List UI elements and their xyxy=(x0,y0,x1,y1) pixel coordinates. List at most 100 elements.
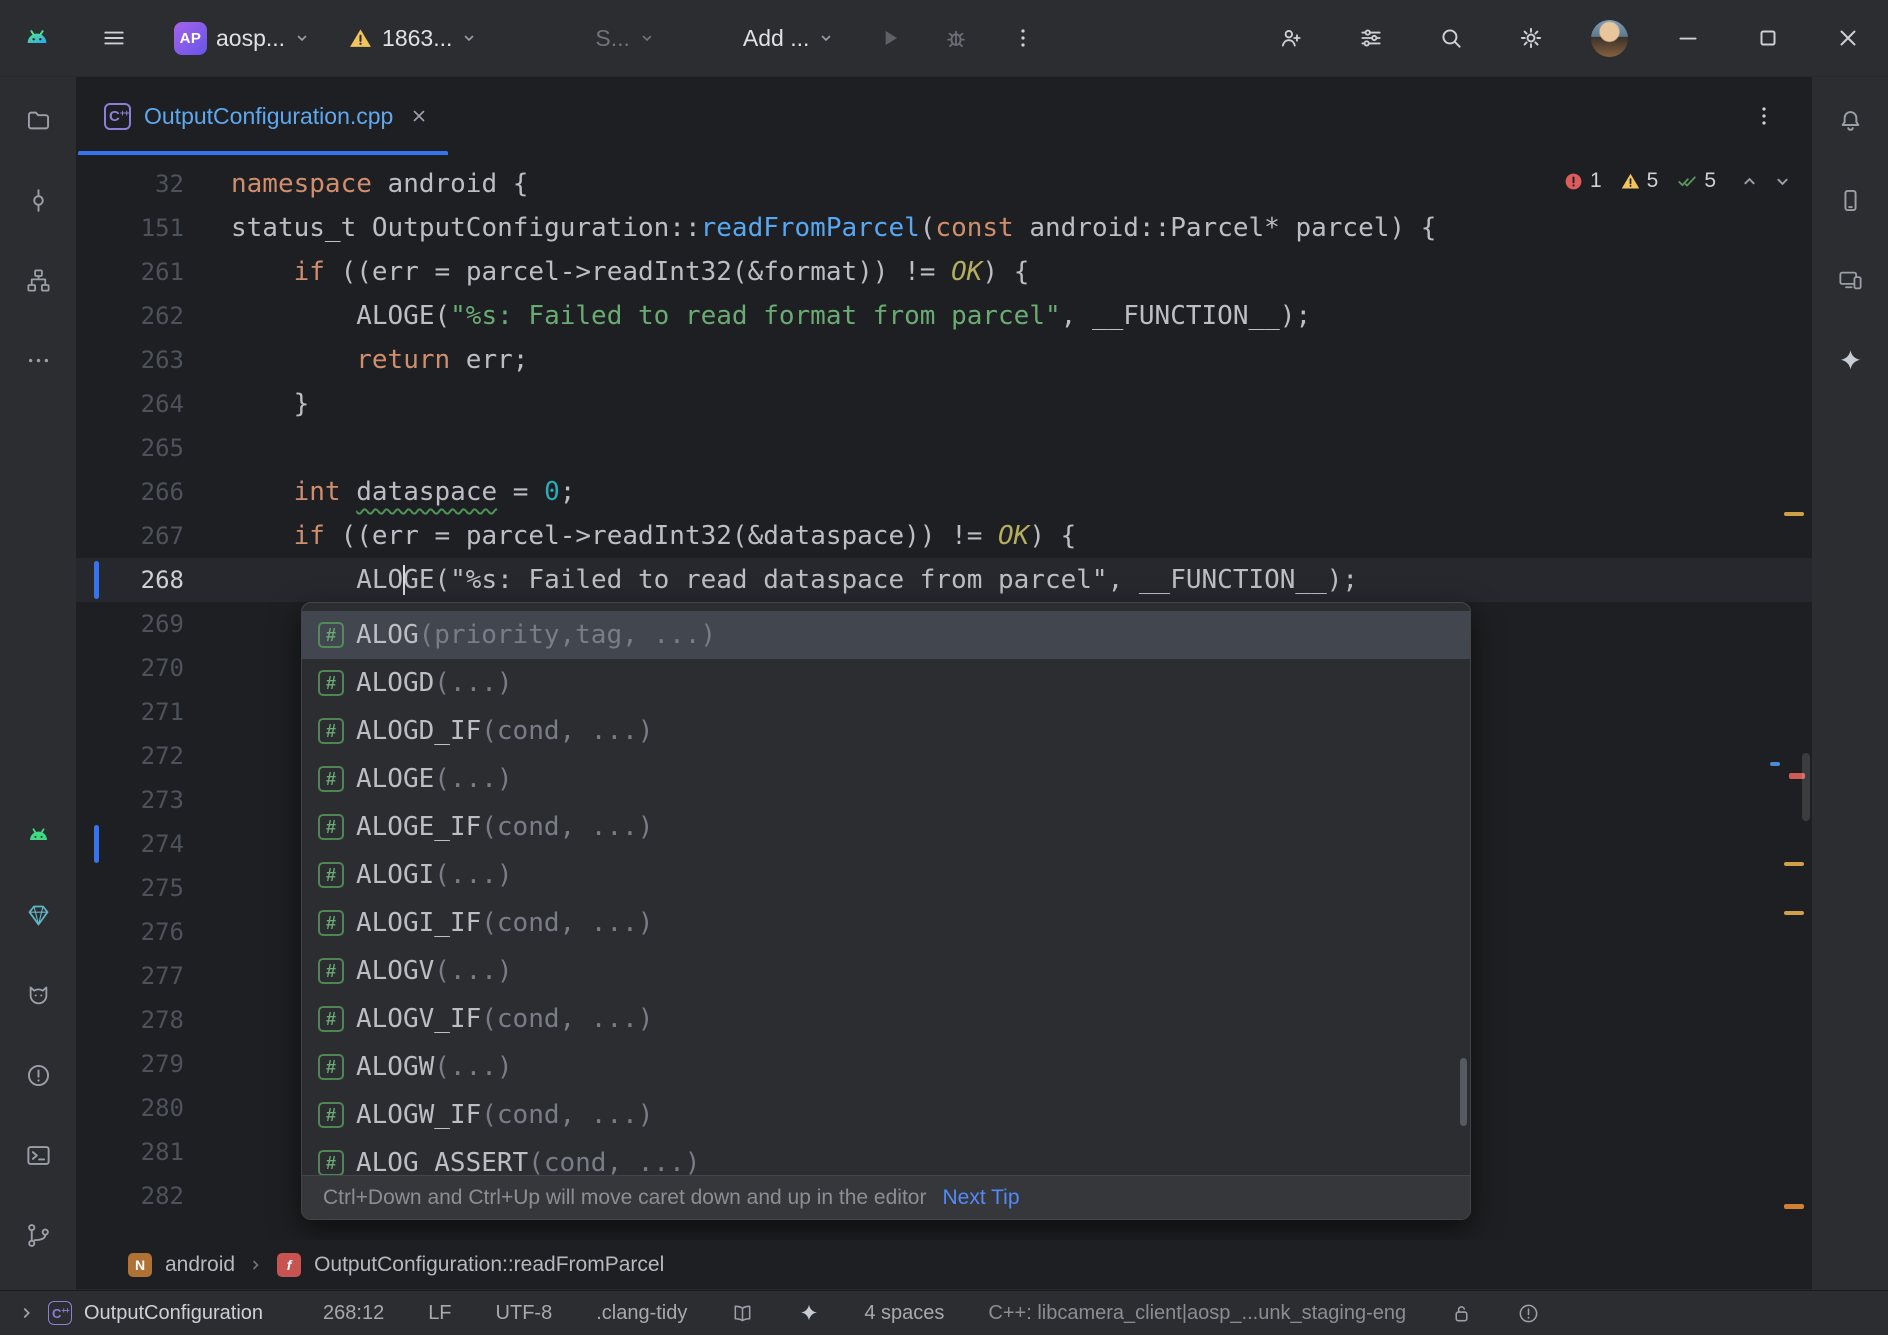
maximize-button[interactable] xyxy=(1748,18,1788,58)
inspections-widget[interactable]: 1 5 5 xyxy=(1563,169,1792,193)
line-number[interactable]: 281 xyxy=(76,1138,231,1166)
code-with-me-button[interactable] xyxy=(1271,18,1311,58)
line-number[interactable]: 263 xyxy=(76,346,231,374)
ai-assist-button[interactable] xyxy=(798,1302,820,1324)
project-selector[interactable]: AP aosp... xyxy=(174,22,310,55)
notifications-button[interactable] xyxy=(1830,100,1870,140)
tab-options-button[interactable] xyxy=(1744,96,1784,136)
completion-item[interactable]: #ALOGI(...) xyxy=(302,851,1470,899)
warning-stripe-mark[interactable] xyxy=(1784,1204,1804,1209)
breadcrumb-namespace[interactable]: android xyxy=(165,1253,235,1277)
terminal-tool-button[interactable] xyxy=(18,1135,58,1175)
line-number[interactable]: 273 xyxy=(76,786,231,814)
code-line[interactable]: 264 } xyxy=(76,382,1812,426)
line-number[interactable]: 272 xyxy=(76,742,231,770)
main-menu-button[interactable] xyxy=(94,18,134,58)
version-control-tool-button[interactable] xyxy=(18,1215,58,1255)
debug-button[interactable] xyxy=(936,18,976,58)
device-selector[interactable]: S... xyxy=(595,25,655,52)
indent-widget[interactable]: 4 spaces xyxy=(864,1302,944,1325)
line-number[interactable]: 265 xyxy=(76,434,231,462)
next-tip-link[interactable]: Next Tip xyxy=(942,1186,1019,1210)
completion-item[interactable]: #ALOGV(...) xyxy=(302,947,1470,995)
device-manager-button[interactable] xyxy=(1830,180,1870,220)
code-line[interactable]: 151status_t OutputConfiguration::readFro… xyxy=(76,206,1812,250)
code-line[interactable]: 267 if ((err = parcel->readInt32(&datasp… xyxy=(76,514,1812,558)
clang-tidy-widget[interactable]: .clang-tidy xyxy=(596,1302,687,1325)
problems-tool-button[interactable] xyxy=(18,1055,58,1095)
encoding-widget[interactable]: UTF-8 xyxy=(496,1302,553,1325)
structure-tool-button[interactable] xyxy=(18,260,58,300)
code-line[interactable]: 263 return err; xyxy=(76,338,1812,382)
completion-item[interactable]: #ALOGD_IF(cond, ...) xyxy=(302,707,1470,755)
editor-scrollbar-thumb[interactable] xyxy=(1802,753,1810,821)
line-number[interactable]: 279 xyxy=(76,1050,231,1078)
app-quality-insights-button[interactable] xyxy=(18,895,58,935)
completion-item[interactable]: #ALOGD(...) xyxy=(302,659,1470,707)
completion-item[interactable]: #ALOG(priority,tag, ...) xyxy=(302,611,1470,659)
line-number[interactable]: 277 xyxy=(76,962,231,990)
line-number[interactable]: 275 xyxy=(76,874,231,902)
caret-position-widget[interactable]: 268:12 xyxy=(323,1302,384,1325)
status-file-name[interactable]: OutputConfiguration xyxy=(84,1302,263,1325)
line-number[interactable]: 268 xyxy=(76,566,231,594)
tab-close-button[interactable] xyxy=(410,107,428,125)
line-number[interactable]: 278 xyxy=(76,1006,231,1034)
logcat-tool-button[interactable] xyxy=(18,975,58,1015)
more-actions-button[interactable] xyxy=(1003,18,1043,58)
code-line[interactable]: 266 int dataspace = 0; xyxy=(76,470,1812,514)
line-number[interactable]: 270 xyxy=(76,654,231,682)
line-number[interactable]: 276 xyxy=(76,918,231,946)
completion-item[interactable]: #ALOGE_IF(cond, ...) xyxy=(302,803,1470,851)
line-number[interactable]: 271 xyxy=(76,698,231,726)
info-stripe-mark[interactable] xyxy=(1770,762,1780,766)
code-editor[interactable]: 32namespace android {151status_t OutputC… xyxy=(76,155,1812,1240)
readonly-lock-button[interactable] xyxy=(1450,1302,1473,1325)
commit-tool-button[interactable] xyxy=(18,180,58,220)
breadcrumb-function[interactable]: OutputConfiguration::readFromParcel xyxy=(314,1253,664,1277)
line-number[interactable]: 32 xyxy=(76,170,231,198)
layout-options-button[interactable] xyxy=(1351,18,1391,58)
navigation-bar-expand-button[interactable] xyxy=(18,1304,36,1322)
gemini-button[interactable] xyxy=(1830,340,1870,380)
running-devices-button[interactable] xyxy=(1830,260,1870,300)
code-line[interactable]: 268 ALOGE("%s: Failed to read dataspace … xyxy=(76,558,1812,602)
toolchain-widget[interactable]: C++: libcamera_client|aosp_...unk_stagin… xyxy=(988,1302,1406,1325)
line-number[interactable]: 261 xyxy=(76,258,231,286)
run-button[interactable] xyxy=(870,18,910,58)
prev-highlight-button[interactable] xyxy=(1740,172,1759,191)
next-highlight-button[interactable] xyxy=(1773,172,1792,191)
minimize-button[interactable] xyxy=(1668,18,1708,58)
ide-errors-button[interactable] xyxy=(1517,1302,1540,1325)
completion-item[interactable]: #ALOG_ASSERT(cond, ...) xyxy=(302,1139,1470,1175)
line-number[interactable]: 269 xyxy=(76,610,231,638)
completion-item[interactable]: #ALOGW_IF(cond, ...) xyxy=(302,1091,1470,1139)
line-number[interactable]: 274 xyxy=(76,830,231,858)
line-separator-widget[interactable]: LF xyxy=(428,1302,451,1325)
line-number[interactable]: 262 xyxy=(76,302,231,330)
reader-mode-button[interactable] xyxy=(731,1302,754,1325)
completion-item[interactable]: #ALOGV_IF(cond, ...) xyxy=(302,995,1470,1043)
android-tool-button[interactable] xyxy=(18,815,58,855)
run-configuration-selector[interactable]: Add ... xyxy=(743,25,834,52)
code-line[interactable]: 32namespace android { xyxy=(76,162,1812,206)
line-number[interactable]: 267 xyxy=(76,522,231,550)
more-tool-windows-button[interactable] xyxy=(18,340,58,380)
line-number[interactable]: 280 xyxy=(76,1094,231,1122)
line-number[interactable]: 282 xyxy=(76,1182,231,1210)
completion-item[interactable]: #ALOGI_IF(cond, ...) xyxy=(302,899,1470,947)
code-line[interactable]: 261 if ((err = parcel->readInt32(&format… xyxy=(76,250,1812,294)
completion-item[interactable]: #ALOGW(...) xyxy=(302,1043,1470,1091)
completion-item[interactable]: #ALOGE(...) xyxy=(302,755,1470,803)
search-everywhere-button[interactable] xyxy=(1431,18,1471,58)
line-number[interactable]: 264 xyxy=(76,390,231,418)
line-number[interactable]: 266 xyxy=(76,478,231,506)
vcs-branch-widget[interactable]: 1863... xyxy=(348,25,477,52)
warning-stripe-mark[interactable] xyxy=(1784,911,1804,915)
close-button[interactable] xyxy=(1828,18,1868,58)
tab-outputconfiguration-cpp[interactable]: C++ OutputConfiguration.cpp xyxy=(78,77,448,155)
user-avatar[interactable] xyxy=(1591,20,1628,57)
popup-scrollbar-thumb[interactable] xyxy=(1460,1058,1467,1126)
warning-stripe-mark[interactable] xyxy=(1784,862,1804,866)
line-number[interactable]: 151 xyxy=(76,214,231,242)
